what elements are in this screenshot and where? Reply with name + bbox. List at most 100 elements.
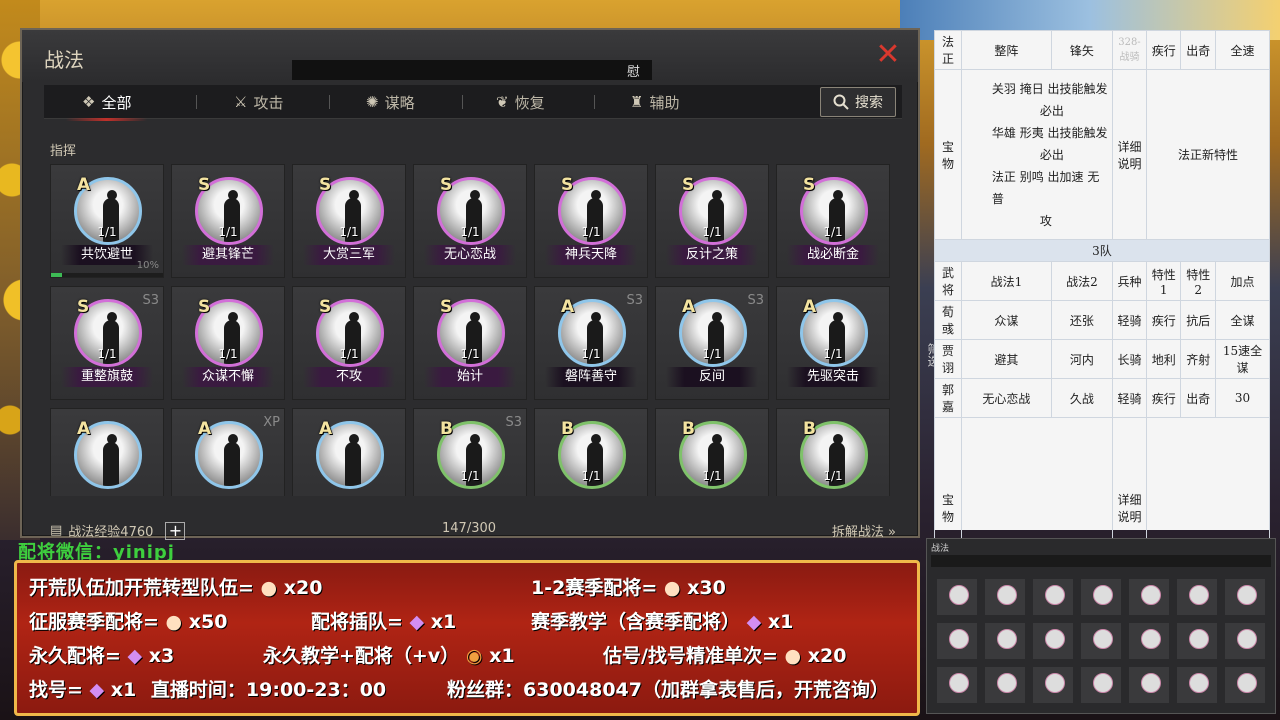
tactic-card[interactable]: A	[50, 408, 164, 496]
grade-badge: S	[803, 175, 816, 195]
sheet-cell-notes: 关羽 掩日 出技能触发 必出 华雄 形夷 出技能触发 必出 法正 别鸣 出加速 …	[960, 69, 1113, 240]
promo-text: x1	[767, 611, 794, 633]
bun-icon: ●	[663, 577, 681, 599]
tactic-card[interactable]: S 1/1 神兵天降	[534, 164, 648, 278]
tactic-card[interactable]: S 1/1 避其锋芒	[171, 164, 285, 278]
sheet-table-top: 法正 整阵 锋矢 328-战骑 疾行 出奇 全速 宝物 关羽 掩日 出技能触发 …	[934, 30, 1271, 598]
grade-badge: A	[77, 175, 91, 195]
promo-line: 估号/找号精准单次= ● x20	[603, 641, 846, 668]
promo-text: 配将插队=	[311, 611, 403, 633]
tactic-name: 始计	[424, 367, 516, 387]
tactic-name: 不攻	[303, 367, 395, 387]
sheet-cell: 抗后	[1180, 300, 1216, 340]
promo-text: 粉丝群：630048047（加群拿表售后，开荒咨询）	[447, 679, 889, 701]
tactic-card[interactable]: S 1/1 无心恋战	[413, 164, 527, 278]
promo-line: 赛季教学（含赛季配将） ◆ x1	[531, 607, 793, 634]
tactic-level: 1/1	[581, 225, 601, 239]
grade-badge: S	[198, 297, 211, 317]
tactic-card[interactable]: S 1/1 众谋不懈	[171, 286, 285, 400]
sheet-cell: 长骑	[1111, 339, 1147, 379]
tactic-card[interactable]: S 1/1 重整旗鼓 S3	[50, 286, 164, 400]
tab-recover[interactable]: ❦ 恢复	[496, 85, 545, 119]
tactic-card[interactable]: S 1/1 大赏三军	[292, 164, 406, 278]
tactic-card[interactable]: S 1/1 反计之策	[655, 164, 769, 278]
tactic-level: 1/1	[702, 225, 722, 239]
tab-attack[interactable]: ⚔ 攻击	[234, 85, 283, 119]
tactic-card[interactable]: A 1/1 磐阵善守 S3	[534, 286, 648, 400]
sheet-header-row: 法正 整阵 锋矢 328-战骑 疾行 出奇 全速	[934, 30, 1271, 70]
tactic-card[interactable]: S 1/1 战必断金	[776, 164, 890, 278]
orb-icon: ◉	[465, 645, 483, 667]
tactic-level: 1/1	[339, 225, 359, 239]
mini-card-grid	[937, 579, 1267, 705]
tab-assist[interactable]: ♜ 辅助	[630, 85, 679, 119]
sheet-cell: 疾行	[1145, 30, 1182, 70]
tactic-filter-tabs: ❖ 全部 ⚔ 攻击 ✺ 谋略 ❦ 恢复 ♜ 辅助 搜索	[44, 85, 902, 121]
mini-card	[1129, 667, 1169, 703]
add-exp-button[interactable]: +	[165, 521, 186, 540]
tactic-level: 1/1	[823, 225, 843, 239]
grade-badge: S	[561, 175, 574, 195]
tactic-card[interactable]: A XP	[171, 408, 285, 496]
tactic-name: 避其锋芒	[182, 245, 274, 265]
tactic-card[interactable]: B 1/1	[534, 408, 648, 496]
grade-badge: A	[319, 419, 333, 439]
sheet-cell: 疾行	[1145, 300, 1182, 340]
promo-line: 永久配将= ◆ x3	[29, 641, 174, 668]
tab-divider	[594, 95, 595, 109]
mini-card	[1081, 623, 1121, 659]
tactic-card[interactable]: A 1/1 反间 S3	[655, 286, 769, 400]
dismantle-tactics-button[interactable]: 拆解战法 »	[832, 521, 896, 540]
tactic-level: 1/1	[218, 347, 238, 361]
detail-text: 详细说明	[1117, 492, 1142, 524]
grade-badge: A	[198, 419, 212, 439]
promo-text: x50	[188, 611, 228, 633]
promo-line: 永久教学+配将（+v） ◉ x1	[263, 641, 515, 668]
tactic-card[interactable]: A 1/1 先驱突击	[776, 286, 890, 400]
mini-title: 战法	[931, 544, 950, 554]
sheet-cell: 锋矢	[1050, 30, 1113, 70]
tactic-card[interactable]: B 1/1	[655, 408, 769, 496]
mini-card	[1225, 667, 1265, 703]
tactic-level: 1/1	[823, 469, 843, 483]
note-line: 法正 别鸣 出加速 无普	[991, 169, 1100, 206]
tab-divider	[329, 95, 330, 109]
tab-all[interactable]: ❖ 全部	[65, 85, 149, 121]
close-icon[interactable]: ✕	[874, 40, 902, 70]
gem-icon: ◆	[127, 645, 143, 667]
bun-icon: ●	[784, 645, 802, 667]
gem-icon: ◆	[89, 679, 105, 701]
tactic-card[interactable]: A	[292, 408, 406, 496]
tactic-card[interactable]: A 1/1 共饮避世 10%	[50, 164, 164, 278]
gem-icon: ◆	[746, 611, 762, 633]
sheet-row: 宝物 关羽 掩日 出技能触发 必出 华雄 形夷 出技能触发 必出 法正 别鸣 出…	[934, 69, 1271, 240]
tactic-card[interactable]: S 1/1 始计	[413, 286, 527, 400]
promo-line: 粉丝群：630048047（加群拿表售后，开荒咨询）	[447, 675, 889, 702]
sheet-row: 荀彧 众谋 还张 轻骑 疾行 抗后 全谋	[934, 300, 1271, 340]
tactic-name: 反计之策	[666, 245, 758, 265]
grade-badge: S	[319, 297, 332, 317]
tactic-name: 重整旗鼓	[61, 367, 153, 387]
tactic-card[interactable]: B 1/1 S3	[413, 408, 527, 496]
tactic-card[interactable]: S 1/1 不攻	[292, 286, 406, 400]
tactic-card[interactable]: B 1/1	[776, 408, 890, 496]
tab-strategy[interactable]: ✺ 谋略	[366, 85, 415, 119]
swords-icon: ⚔	[234, 93, 248, 111]
sheet-cell: 轻骑	[1111, 378, 1147, 418]
tactics-panel: 战法 慰 ✕ ❖ 全部 ⚔ 攻击 ✺ 谋略 ❦ 恢复 ♜ 辅助 搜索 指挥 A …	[20, 28, 940, 540]
search-button[interactable]: 搜索	[820, 87, 896, 117]
promo-text: x3	[148, 645, 175, 667]
grade-badge: S	[682, 175, 695, 195]
tactic-name: 先驱突击	[787, 367, 879, 387]
mini-card	[937, 579, 977, 615]
mini-card	[985, 623, 1025, 659]
sheet-cell: 避其	[960, 339, 1052, 379]
lineup-sheet: 法正 整阵 锋矢 328-战骑 疾行 出奇 全速 宝物 关羽 掩日 出技能触发 …	[934, 30, 1271, 598]
sheet-cell: 众谋	[960, 300, 1052, 340]
tactic-level: 1/1	[97, 347, 117, 361]
sheet-cell: 宝物	[934, 69, 962, 240]
tactic-level: 1/1	[823, 347, 843, 361]
mini-tabs	[931, 555, 1271, 567]
tab-label: 全部	[101, 93, 132, 112]
mini-card	[985, 667, 1025, 703]
